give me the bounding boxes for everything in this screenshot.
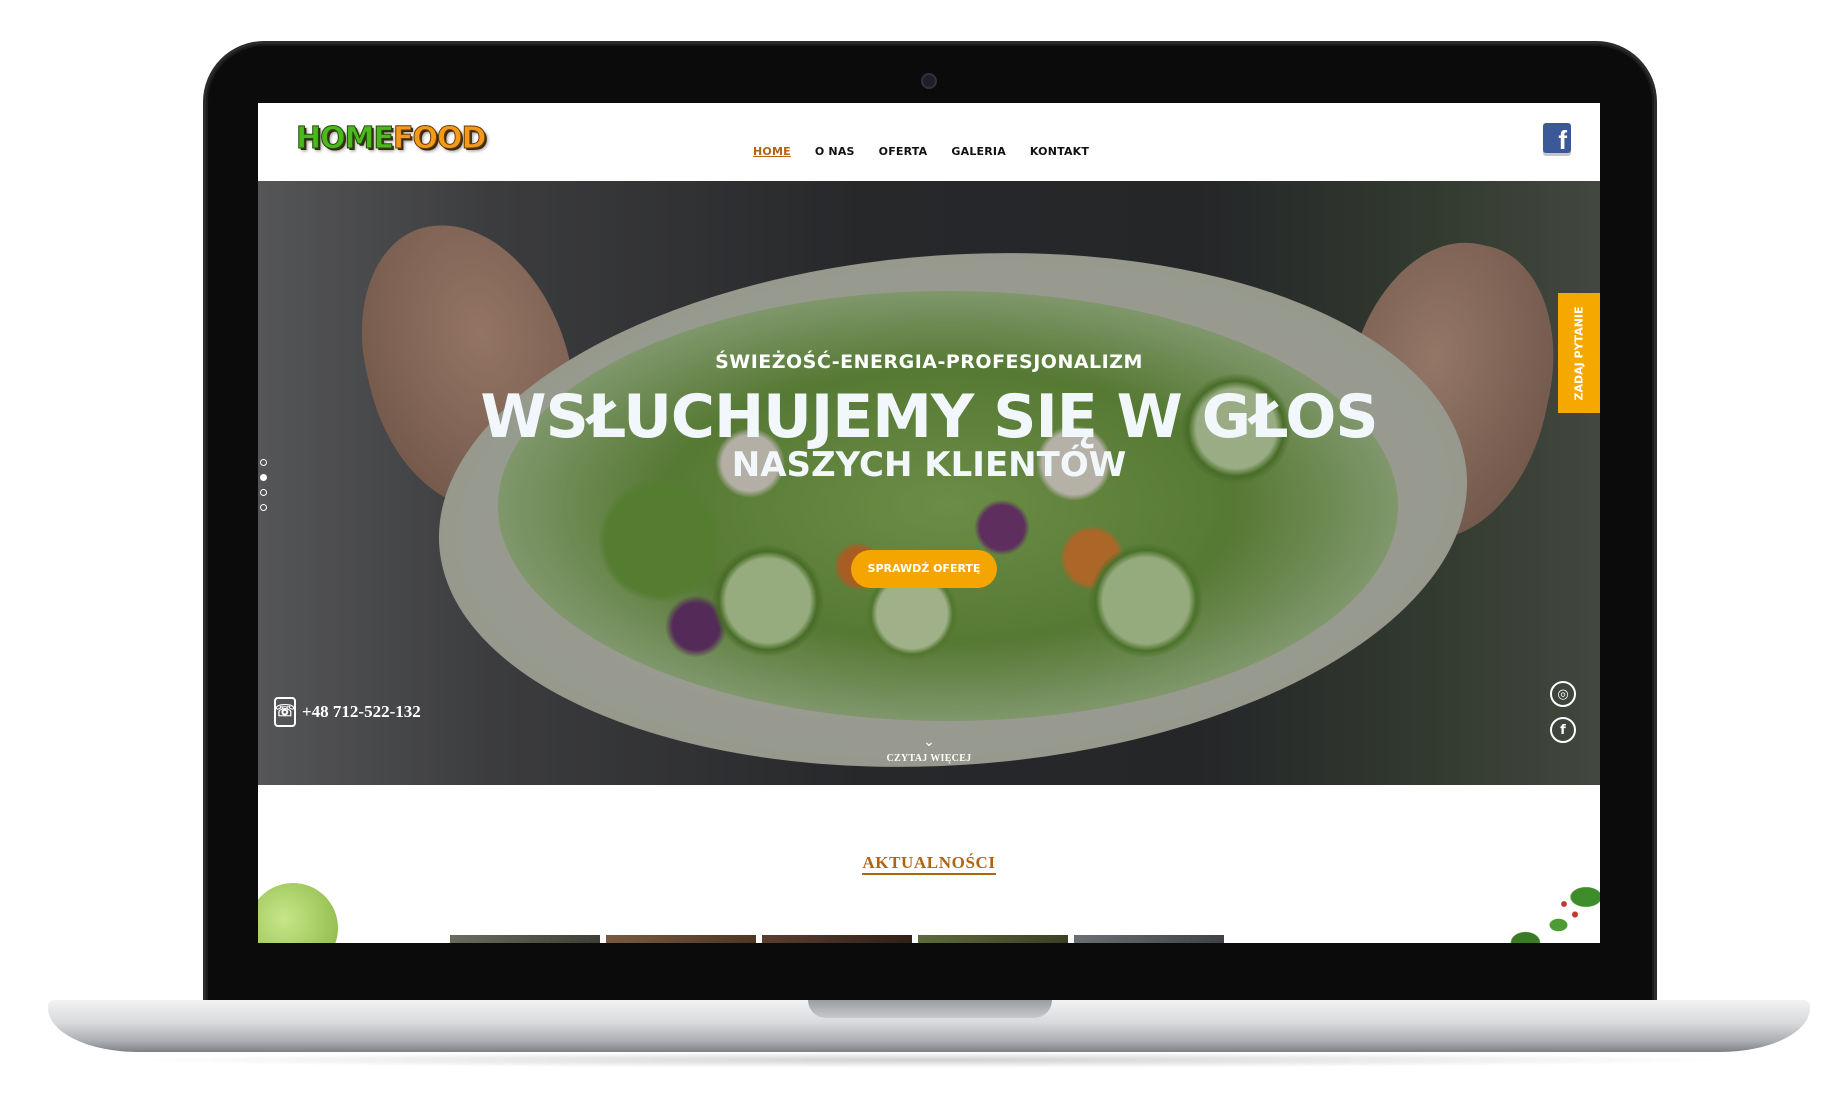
decorative-leaf: [258, 883, 338, 943]
read-more[interactable]: ⌄ CZYTAJ WIĘCEJ: [258, 733, 1600, 764]
site-header: HOMEFOOD HOME O NAS OFERTA GALERIA KONTA…: [258, 103, 1600, 181]
phone-icon: ☏: [274, 697, 296, 727]
slider-dot-active[interactable]: [260, 474, 267, 481]
slider-dot[interactable]: [260, 489, 267, 496]
phone-contact[interactable]: ☏ +48 712-522-132: [274, 697, 421, 727]
slider-dot[interactable]: [260, 504, 267, 511]
hero-subtitle: NASZYCH KLIENTÓW: [731, 445, 1127, 485]
hero-kicker: ŚWIEŻOŚĆ-ENERGIA-PROFESJONALIZM: [715, 351, 1143, 373]
news-thumbnail[interactable]: [606, 935, 756, 943]
hero-title: WSŁUCHUJEMY SIĘ W GŁOS: [480, 382, 1378, 452]
read-more-label: CZYTAJ WIĘCEJ: [886, 753, 972, 764]
check-offer-button[interactable]: SPRAWDŹ OFERTĘ: [851, 550, 997, 588]
news-heading-label: AKTUALNOŚCI: [862, 853, 996, 875]
news-thumbnail[interactable]: [450, 935, 600, 943]
nav-item-home[interactable]: HOME: [753, 145, 791, 158]
site-logo[interactable]: HOMEFOOD: [296, 121, 487, 157]
phone-number: +48 712-522-132: [302, 702, 421, 721]
news-thumbnail[interactable]: [918, 935, 1068, 943]
logo-part-food: FOOD: [392, 121, 486, 157]
logo-part-home: HOME: [296, 121, 395, 157]
news-thumbnail[interactable]: [762, 935, 912, 943]
hero-social: ◎ f: [1550, 681, 1576, 743]
nav-item-kontakt[interactable]: KONTAKT: [1030, 145, 1089, 158]
main-nav: HOME O NAS OFERTA GALERIA KONTAKT: [753, 145, 1113, 158]
slider-dot[interactable]: [260, 459, 267, 466]
facebook-icon[interactable]: f: [1543, 123, 1571, 155]
laptop-camera: [921, 73, 937, 89]
browser-screen: HOMEFOOD HOME O NAS OFERTA GALERIA KONTA…: [258, 103, 1600, 943]
laptop-shadow: [120, 1052, 1740, 1068]
nav-item-o-nas[interactable]: O NAS: [815, 145, 855, 158]
news-thumbnails: [450, 935, 1224, 943]
instagram-icon[interactable]: ◎: [1550, 681, 1576, 707]
news-thumbnail[interactable]: [1074, 935, 1224, 943]
news-heading: AKTUALNOŚCI: [258, 853, 1600, 875]
slider-dots: [260, 459, 267, 511]
chevron-down-icon: ⌄: [923, 733, 935, 749]
hero-slider: ŚWIEŻOŚĆ-ENERGIA-PROFESJONALIZM WSŁUCHUJ…: [258, 181, 1600, 785]
nav-item-galeria[interactable]: GALERIA: [951, 145, 1006, 158]
ask-question-label: ZADAJ PYTANIE: [1572, 305, 1586, 401]
laptop-base-notch: [808, 1000, 1052, 1018]
decorative-herbs: [1498, 883, 1600, 943]
ask-question-tab[interactable]: ZADAJ PYTANIE: [1558, 293, 1600, 413]
nav-item-oferta[interactable]: OFERTA: [879, 145, 928, 158]
